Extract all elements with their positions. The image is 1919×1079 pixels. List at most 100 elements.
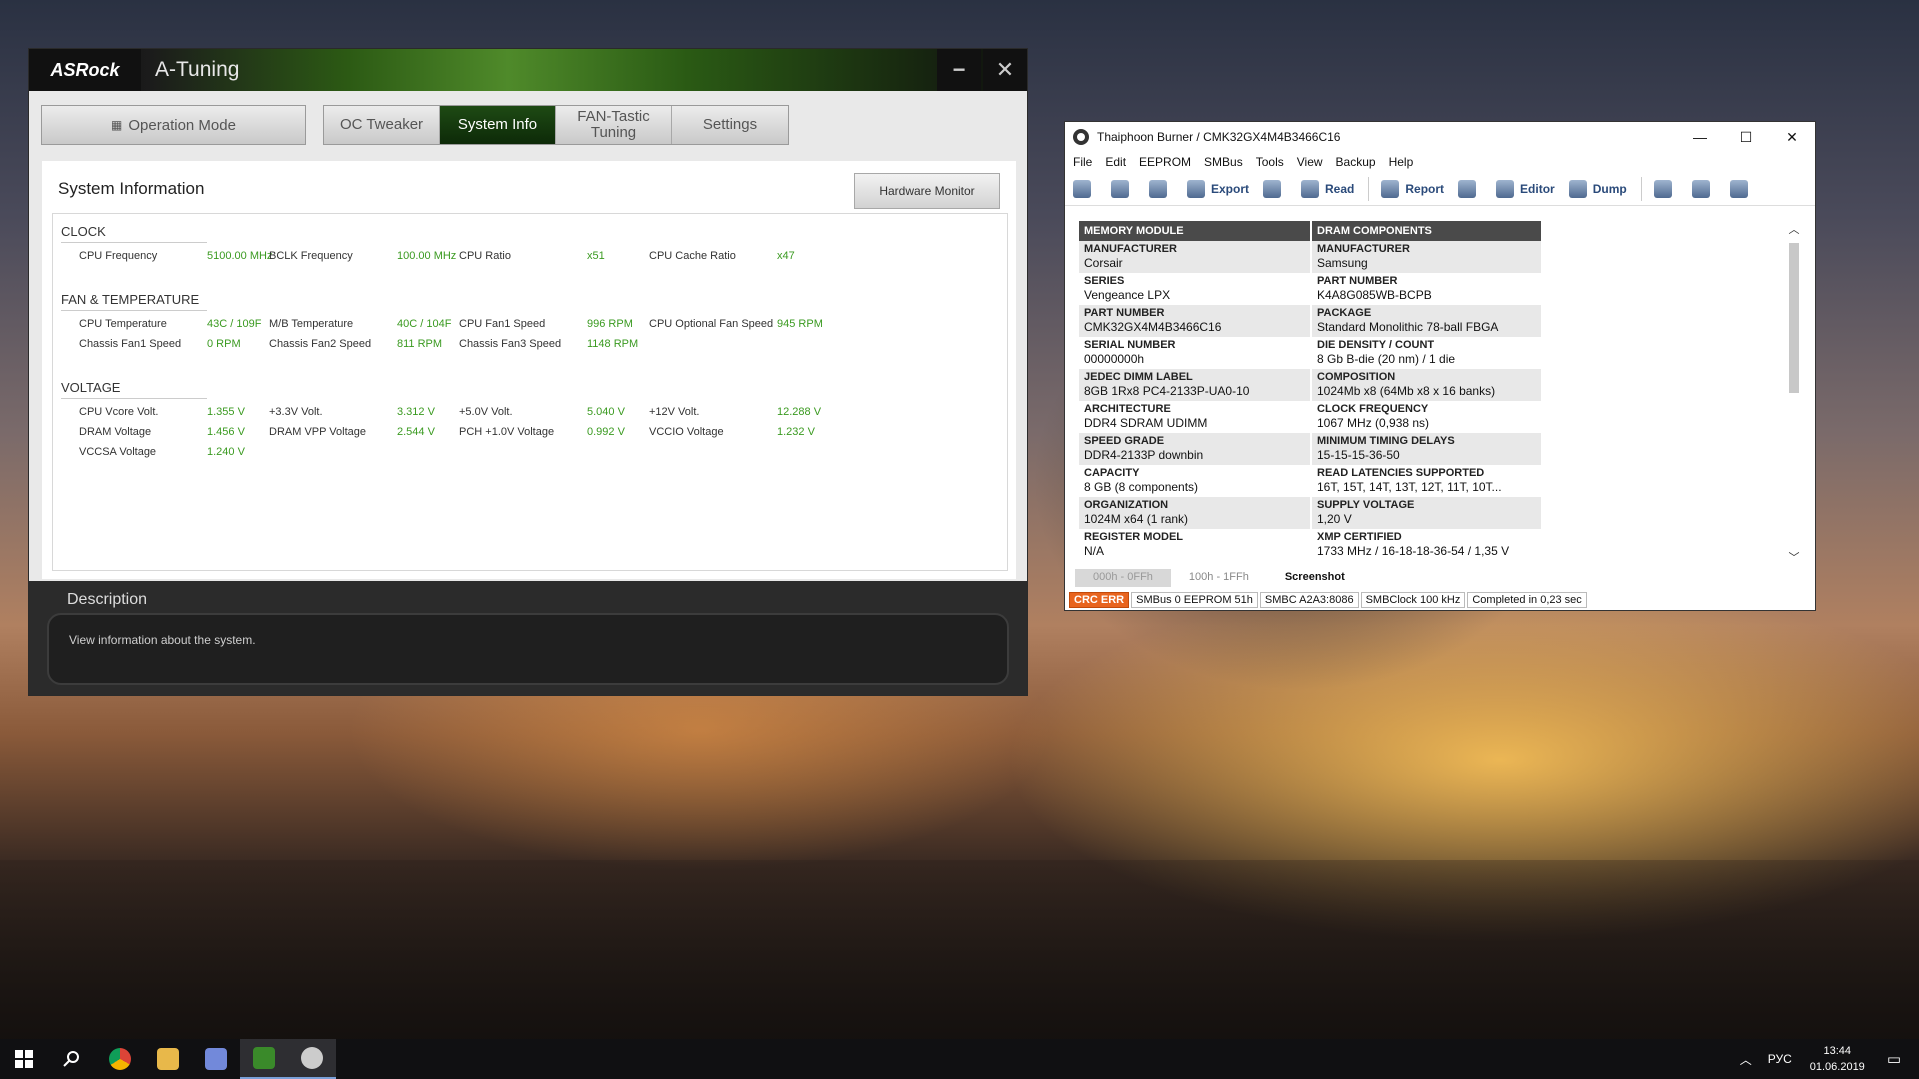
export-button[interactable]: Export <box>1187 179 1249 198</box>
taskbar-chrome[interactable] <box>96 1039 144 1079</box>
read-button[interactable]: Read <box>1301 179 1354 198</box>
menu-help[interactable]: Help <box>1389 155 1414 169</box>
notifications-icon[interactable]: ▭ <box>1887 1050 1901 1068</box>
hardware-monitor-button[interactable]: Hardware Monitor <box>854 173 1000 209</box>
search-button[interactable] <box>48 1039 96 1079</box>
value: 1.232 V <box>777 426 815 438</box>
operation-mode-button[interactable]: ▦ Operation Mode <box>41 105 306 145</box>
tab-100h-1ffh[interactable]: 100h - 1FFh <box>1171 569 1267 587</box>
tab-oc-tweaker[interactable]: OC Tweaker <box>324 106 440 144</box>
description-panel: Description View information about the s… <box>29 581 1027 695</box>
atuning-title: A-Tuning <box>155 58 240 81</box>
taskbar-explorer[interactable] <box>144 1039 192 1079</box>
taskbar-thaiphoon[interactable] <box>288 1039 336 1079</box>
report-button[interactable]: Report <box>1381 179 1444 198</box>
info-cell: PACKAGE Standard Monolithic 78-ball FBGA <box>1312 305 1541 337</box>
tab-000h-0ffh[interactable]: 000h - 0FFh <box>1075 569 1171 587</box>
spd-info-grid: MEMORY MODULE MANUFACTURER Corsair SERIES… <box>1079 221 1541 565</box>
status-smbclock: SMBClock 100 kHz <box>1360 592 1466 608</box>
scroll-up-icon[interactable]: ︿ <box>1787 221 1801 237</box>
value: 996 RPM <box>587 318 633 330</box>
start-button[interactable] <box>0 1039 48 1079</box>
screenshot-button[interactable] <box>1653 179 1678 198</box>
section-fan-temperature: FAN & TEMPERATURE <box>61 292 200 307</box>
label: BCLK Frequency <box>269 250 353 262</box>
label: DRAM VPP Voltage <box>269 426 367 438</box>
taskbar-discord[interactable] <box>192 1039 240 1079</box>
label: +12V Volt. <box>649 406 700 418</box>
taskbar-atuning[interactable] <box>240 1039 288 1079</box>
scroll-down-icon[interactable]: ﹀ <box>1787 549 1801 565</box>
scroll-thumb[interactable] <box>1789 243 1799 393</box>
info-cell: PART NUMBER CMK32GX4M4B3466C16 <box>1079 305 1310 337</box>
cell-value: N/A <box>1084 544 1105 558</box>
info-cell: DIE DENSITY / COUNT 8 Gb B-die (20 nm) / … <box>1312 337 1541 369</box>
export-icon <box>1187 179 1205 198</box>
label: CPU Cache Ratio <box>649 250 736 262</box>
tab-fan-tastic-tuning[interactable]: FAN-Tastic Tuning <box>556 106 672 144</box>
cell-label: ORGANIZATION <box>1084 499 1169 511</box>
view-tabs: 000h - 0FFh 100h - 1FFh Screenshot <box>1075 569 1363 587</box>
info-cell: XMP CERTIFIED 1733 MHz / 16-18-18-36-54 /… <box>1312 529 1541 561</box>
cell-value: 8 Gb B-die (20 nm) / 1 die <box>1317 352 1456 366</box>
editor-label: Editor <box>1520 181 1555 196</box>
atuning-titlebar[interactable]: ASRock A-Tuning − ✕ <box>29 49 1027 91</box>
label: VCCIO Voltage <box>649 426 724 438</box>
tab-screenshot[interactable]: Screenshot <box>1267 569 1363 587</box>
close-button[interactable]: ✕ <box>983 49 1027 91</box>
language-indicator[interactable]: РУС <box>1768 1052 1792 1066</box>
cell-value: 16T, 15T, 14T, 13T, 12T, 11T, 10T... <box>1317 480 1502 494</box>
info-cell: MANUFACTURER Samsung <box>1312 241 1541 273</box>
menu-file[interactable]: File <box>1073 155 1092 169</box>
label: Chassis Fan3 Speed <box>459 338 562 350</box>
section-voltage: VOLTAGE <box>61 380 121 395</box>
settings-tool-button[interactable] <box>1073 179 1097 198</box>
thaiphoon-app-icon <box>1073 129 1089 145</box>
minimize-button[interactable]: — <box>1677 122 1723 152</box>
value: 3.312 V <box>397 406 435 418</box>
menu-backup[interactable]: Backup <box>1336 155 1376 169</box>
clock-date: 01.06.2019 <box>1809 1061 1865 1073</box>
monitor-button[interactable] <box>1729 179 1754 198</box>
dump-icon <box>1568 179 1587 198</box>
cell-label: CAPACITY <box>1084 467 1140 479</box>
clock[interactable]: 13:44 01.06.2019 <box>1810 1043 1865 1075</box>
save-button[interactable] <box>1149 179 1173 198</box>
tray-expand-icon[interactable]: ︿ <box>1740 1051 1752 1068</box>
windows-icon <box>15 1050 33 1068</box>
maximize-button[interactable]: ☐ <box>1723 122 1769 152</box>
info-cell: JEDEC DIMM LABEL 8GB 1Rx8 PC4-2133P-UA0-1… <box>1079 369 1310 401</box>
info-cell: CLOCK FREQUENCY 1067 MHz (0,938 ns) <box>1312 401 1541 433</box>
close-button[interactable]: ✕ <box>1769 122 1815 152</box>
cell-value: 1,20 V <box>1317 512 1352 526</box>
cell-label: XMP CERTIFIED <box>1317 531 1402 543</box>
info-cell: SERIES Vengeance LPX <box>1079 273 1310 305</box>
value: 5100.00 MHz <box>207 250 273 262</box>
cell-value: 1024M x64 (1 rank) <box>1084 512 1189 526</box>
minimize-button[interactable]: − <box>937 49 981 91</box>
lock-button[interactable] <box>1263 179 1287 198</box>
discord-icon <box>205 1048 227 1070</box>
value: 945 RPM <box>777 318 823 330</box>
info-cell: PART NUMBER K4A8G085WB-BCPB <box>1312 273 1541 305</box>
wrench-button[interactable] <box>1458 179 1482 198</box>
label: +5.0V Volt. <box>459 406 513 418</box>
menu-smbus[interactable]: SMBus <box>1204 155 1243 169</box>
label: CPU Temperature <box>79 318 167 330</box>
thaiphoon-titlebar[interactable]: Thaiphoon Burner / CMK32GX4M4B3466C16 — … <box>1065 122 1815 152</box>
vertical-scrollbar[interactable]: ︿ ﹀ <box>1787 221 1801 565</box>
label: DRAM Voltage <box>79 426 152 438</box>
open-button[interactable] <box>1111 179 1135 198</box>
copy-button[interactable] <box>1691 179 1716 198</box>
menu-eeprom[interactable]: EEPROM <box>1139 155 1191 169</box>
menu-view[interactable]: View <box>1297 155 1323 169</box>
menu-edit[interactable]: Edit <box>1105 155 1126 169</box>
label: CPU Vcore Volt. <box>79 406 159 418</box>
info-cell: MINIMUM TIMING DELAYS 15-15-15-36-50 <box>1312 433 1541 465</box>
tab-system-info[interactable]: System Info <box>440 106 556 144</box>
tab-settings[interactable]: Settings <box>672 106 788 144</box>
editor-button[interactable]: Editor <box>1496 179 1555 198</box>
menu-tools[interactable]: Tools <box>1256 155 1284 169</box>
dump-button[interactable]: Dump <box>1568 179 1627 198</box>
a-tuning-icon <box>253 1047 275 1069</box>
